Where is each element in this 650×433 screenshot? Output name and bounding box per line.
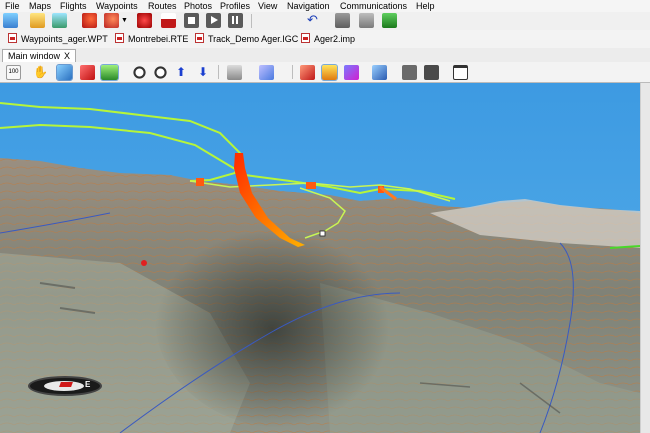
satellite-icon[interactable] <box>372 65 387 80</box>
menu-flights[interactable]: Flights <box>60 1 87 11</box>
current-position-marker <box>319 230 326 237</box>
flight-options-icon[interactable] <box>104 13 119 28</box>
file-tab[interactable]: Ager2.imp <box>301 33 355 45</box>
file-tab[interactable]: Montrebei.RTE <box>115 33 188 45</box>
compass-needle-icon <box>59 382 73 387</box>
waypoint-marker <box>196 178 204 186</box>
main-toolbar: ▼ ↶ <box>0 12 650 30</box>
stop-glyph <box>188 17 195 24</box>
open-map-icon[interactable] <box>30 13 45 28</box>
file-icon <box>115 33 124 43</box>
menu-photos[interactable]: Photos <box>184 1 212 11</box>
layers-icon[interactable] <box>52 13 67 28</box>
file-tab[interactable]: Waypoints_ager.WPT <box>8 33 108 45</box>
tab-label: Main window <box>8 51 61 61</box>
file-name: Track_Demo Ager.IGC <box>208 34 299 44</box>
toolbar-separator <box>251 14 252 28</box>
compass-east-label: E <box>85 380 91 389</box>
file-icon <box>195 33 204 43</box>
menu-help[interactable]: Help <box>416 1 435 11</box>
zoom-100-icon[interactable]: 100 <box>6 65 21 80</box>
zoom-out-icon[interactable] <box>132 65 147 80</box>
track-icon[interactable] <box>300 65 315 80</box>
import-icon[interactable] <box>359 13 374 28</box>
undo-icon[interactable]: ↶ <box>305 13 320 28</box>
vertical-scrollbar[interactable] <box>640 83 650 433</box>
hand-icon[interactable]: ✋ <box>33 65 48 80</box>
excel-icon[interactable] <box>382 13 397 28</box>
menu-file[interactable]: File <box>5 1 20 11</box>
toolbar-separator <box>218 65 219 79</box>
tab-main-window[interactable]: Main window X <box>2 49 76 62</box>
view-toolbar: 100 ✋ ⬆ ⬇ <box>0 62 650 83</box>
terrain-icon[interactable] <box>259 65 274 80</box>
pan-icon[interactable] <box>227 65 242 80</box>
file-name: Waypoints_ager.WPT <box>21 34 108 44</box>
map-tool-icon[interactable] <box>100 64 119 81</box>
menu-navigation[interactable]: Navigation <box>287 1 330 11</box>
dropdown-icon[interactable]: ▼ <box>121 17 128 24</box>
pause-icon[interactable] <box>228 13 243 28</box>
flight-open-icon[interactable] <box>82 13 97 28</box>
menu-profiles[interactable]: Profiles <box>220 1 250 11</box>
window-icon[interactable] <box>453 65 468 80</box>
play-glyph <box>211 16 218 24</box>
export-icon[interactable] <box>335 13 350 28</box>
flag-icon[interactable] <box>161 13 176 28</box>
close-icon[interactable]: X <box>64 50 70 62</box>
video-icon[interactable] <box>424 65 439 80</box>
document-tab-strip: Main window X <box>0 48 650 62</box>
file-tab[interactable]: Track_Demo Ager.IGC <box>195 33 298 45</box>
toolbar-separator <box>292 65 293 79</box>
camera-icon[interactable] <box>402 65 417 80</box>
pause-glyph <box>232 16 234 24</box>
menu-view[interactable]: View <box>258 1 277 11</box>
file-icon <box>301 33 310 43</box>
map-3d-view[interactable]: E <box>0 83 640 433</box>
route-icon[interactable] <box>137 13 152 28</box>
arrow-down-icon[interactable]: ⬇ <box>198 65 208 79</box>
zoom-in-icon[interactable] <box>153 65 168 80</box>
file-name: Montrebei.RTE <box>128 34 189 44</box>
3d-cube-icon[interactable] <box>56 64 73 81</box>
menu-routes[interactable]: Routes <box>148 1 177 11</box>
menu-maps[interactable]: Maps <box>29 1 51 11</box>
open-files-bar: Waypoints_ager.WPT Montrebei.RTE Track_D… <box>0 30 650 49</box>
menu-bar: File Maps Flights Waypoints Routes Photo… <box>0 0 650 12</box>
arrow-up-icon[interactable]: ⬆ <box>176 65 186 79</box>
altitude-icon[interactable] <box>321 64 338 81</box>
file-icon <box>8 33 17 43</box>
menu-waypoints[interactable]: Waypoints <box>96 1 138 11</box>
menu-communications[interactable]: Communications <box>340 1 407 11</box>
chart-icon[interactable] <box>344 65 359 80</box>
file-name: Ager2.imp <box>314 34 356 44</box>
new-waypoint-icon[interactable] <box>3 13 18 28</box>
compass[interactable]: E <box>28 376 102 396</box>
arrow-tool-icon[interactable] <box>80 65 95 80</box>
